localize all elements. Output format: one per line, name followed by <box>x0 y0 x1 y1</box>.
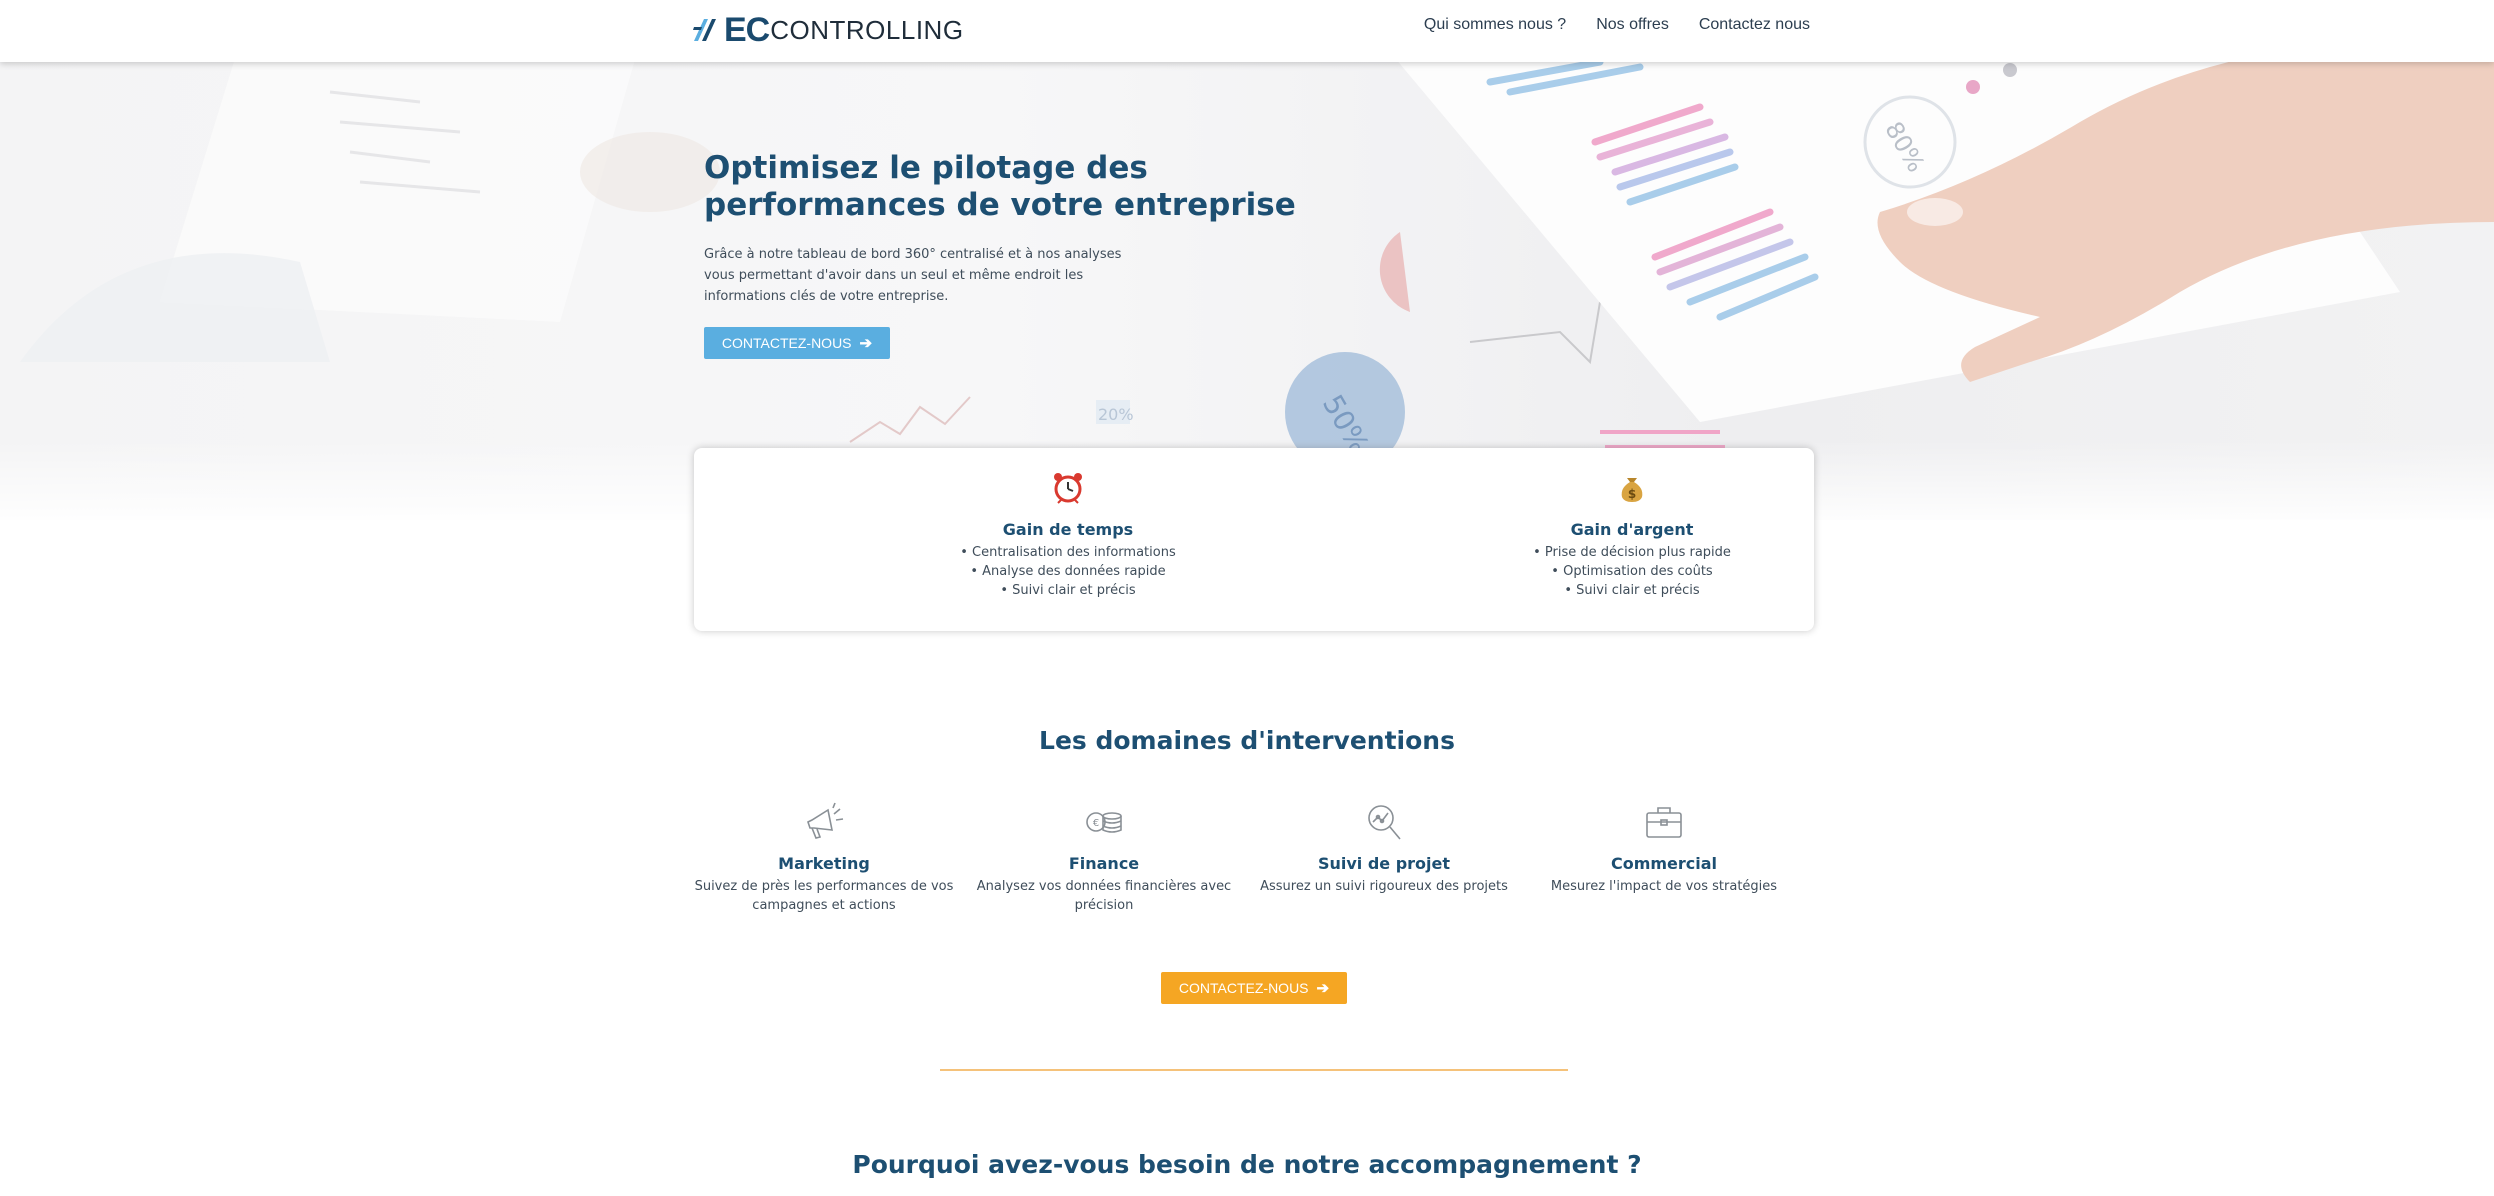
megaphone-icon <box>807 802 844 839</box>
benefits-card: Gain de temps • Centralisation des infor… <box>694 448 1814 631</box>
hero-title: Optimisez le pilotage des performances d… <box>704 150 1296 223</box>
benefit-item: • Centralisation des informations <box>960 545 1176 560</box>
benefit-list: • Prise de décision plus rapide • Optimi… <box>1442 543 1822 600</box>
domain-title: Marketing <box>778 854 870 873</box>
logo-controlling-text: CONTROLLING <box>770 14 964 45</box>
benefit-item: • Suivi clair et précis <box>1000 583 1136 598</box>
svg-text:$: $ <box>1628 487 1636 501</box>
domain-title: Commercial <box>1610 854 1718 873</box>
domain-title: Suivi de projet <box>1317 854 1451 873</box>
logo-ec-text: EC <box>724 10 770 49</box>
domain-suivi-de-projet: Suivi de projet Assurez un suivi rigoure… <box>1254 800 1514 896</box>
hero-contact-button-label: CONTACTEZ-NOUS <box>721 335 852 351</box>
domain-description: Suivez de près les performances de vos c… <box>694 879 954 913</box>
magnifier-chart-icon <box>1368 805 1401 840</box>
alarm-clock-icon <box>1054 473 1082 504</box>
nav-item-qui-sommes-nous[interactable]: Qui sommes nous ? <box>1424 16 1566 34</box>
arrow-right-icon: ➔ <box>1316 980 1330 997</box>
section-divider <box>940 1069 1568 1071</box>
domains-section-title: Les domaines d'interventions <box>1039 726 1455 755</box>
domains-contact-button[interactable]: CONTACTEZ-NOUS ➔ <box>1161 972 1347 1004</box>
benefit-gain-d-argent: $ Gain d'argent • Prise de décision plus… <box>1442 470 1822 600</box>
domain-finance: € Finance Analysez vos données financièr… <box>974 800 1234 915</box>
main-nav: Qui sommes nous ? Nos offres Contactez n… <box>1424 16 1810 34</box>
domain-description: Assurez un suivi rigoureux des projets <box>1260 879 1508 894</box>
hero-contact-button[interactable]: CONTACTEZ-NOUS ➔ <box>704 327 890 359</box>
logo[interactable]: EC CONTROLLING <box>692 10 964 50</box>
domain-description: Analysez vos données financières avec pr… <box>976 879 1232 913</box>
coins-icon: € <box>1086 812 1122 833</box>
domain-description: Mesurez l'impact de vos stratégies <box>1550 879 1778 894</box>
logo-mark-icon <box>693 19 716 41</box>
nav-item-contactez-nous[interactable]: Contactez nous <box>1699 16 1810 34</box>
domain-marketing: Marketing Suivez de près les performance… <box>694 800 954 915</box>
domain-title: Finance <box>1068 854 1140 873</box>
money-bag-icon: $ <box>1621 478 1643 502</box>
benefit-item: • Prise de décision plus rapide <box>1533 545 1731 560</box>
nav-item-nos-offres[interactable]: Nos offres <box>1596 16 1669 34</box>
arrow-right-icon: ➔ <box>859 335 873 352</box>
benefit-item: • Suivi clair et précis <box>1564 583 1700 598</box>
site-header: EC CONTROLLING Qui sommes nous ? Nos off… <box>0 0 2494 62</box>
domains-contact-button-label: CONTACTEZ-NOUS <box>1178 980 1309 996</box>
benefit-title: Gain de temps <box>1002 520 1134 539</box>
domain-commercial: Commercial Mesurez l'impact de vos strat… <box>1534 800 1794 896</box>
benefit-title: Gain d'argent <box>1570 520 1694 539</box>
domains-list: Marketing Suivez de près les performance… <box>694 800 1814 930</box>
benefit-item: • Analyse des données rapide <box>970 564 1166 579</box>
why-section-title: Pourquoi avez-vous besoin de notre accom… <box>852 1150 1642 1179</box>
svg-text:€: € <box>1093 818 1099 829</box>
benefit-list: • Centralisation des informations • Anal… <box>878 543 1258 600</box>
benefit-item: • Optimisation des coûts <box>1551 564 1713 579</box>
briefcase-icon <box>1646 807 1682 838</box>
hero-description: Grâce à notre tableau de bord 360° centr… <box>704 247 1122 304</box>
benefit-gain-de-temps: Gain de temps • Centralisation des infor… <box>878 470 1258 600</box>
svg-text:20%: 20% <box>1098 405 1134 424</box>
